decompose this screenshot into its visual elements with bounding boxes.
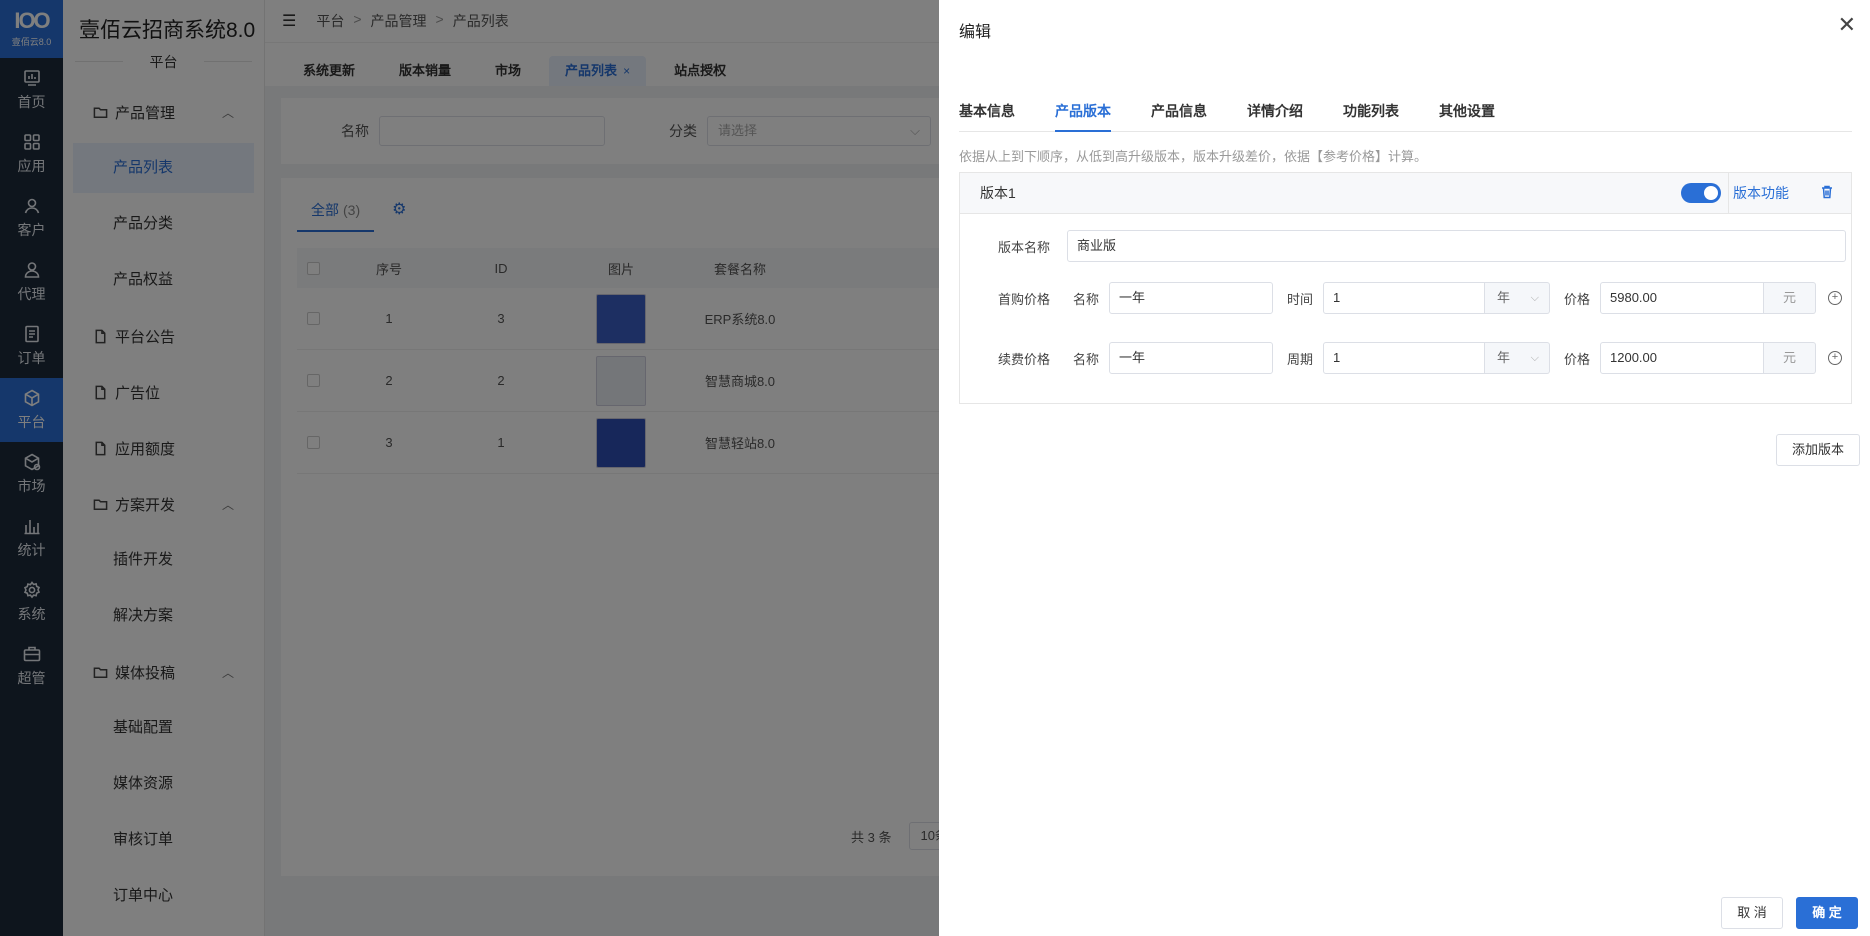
- trash-icon[interactable]: [1819, 184, 1835, 200]
- version-card-header: 版本1 版本功能: [960, 173, 1851, 214]
- chevron-down-icon: ⌵: [1530, 292, 1539, 304]
- version-tip: 依据从上到下顺序，从低到高升级版本，版本升级差价，依据【参考价格】计算。: [959, 149, 1428, 164]
- first-price-time-input[interactable]: 1: [1323, 282, 1485, 314]
- renew-price-name-label: 名称: [1073, 351, 1100, 367]
- first-price-name-label: 名称: [1073, 291, 1100, 307]
- currency-unit: 元: [1764, 282, 1816, 314]
- drawer-tab-4[interactable]: 功能列表: [1343, 98, 1399, 132]
- renew-price-unit-select[interactable]: 年 ⌵: [1485, 342, 1550, 374]
- add-price-icon[interactable]: +: [1828, 291, 1842, 305]
- version-name-row: 版本名称 商业版: [998, 230, 1846, 262]
- version-features-link[interactable]: 版本功能: [1728, 173, 1789, 213]
- renew-price-price-label: 价格: [1564, 351, 1591, 367]
- currency-unit: 元: [1764, 342, 1816, 374]
- first-price-time-label: 时间: [1287, 291, 1314, 307]
- unit-value: 年: [1497, 350, 1511, 365]
- add-price-icon[interactable]: +: [1828, 351, 1842, 365]
- drawer-tab-0[interactable]: 基本信息: [959, 98, 1015, 132]
- edit-drawer: 编辑 ✕ 基本信息 产品版本 产品信息 详情介绍 功能列表 其他设置 依据从上到下顺序，从…: [939, 0, 1870, 936]
- first-price-price-input[interactable]: 5980.00: [1600, 282, 1764, 314]
- version-card: 版本1 版本功能 版本名称 商业版 首购价格 名称 一年 时间 1 年 ⌵ 价格 …: [959, 172, 1852, 404]
- version-name-label: 版本名称: [998, 239, 1051, 255]
- version-title: 版本1: [980, 185, 1016, 201]
- version-enabled-toggle[interactable]: [1681, 183, 1721, 203]
- renew-price-cycle-label: 周期: [1287, 351, 1314, 367]
- renew-price-name-input[interactable]: 一年: [1109, 342, 1273, 374]
- version-name-input[interactable]: 商业版: [1067, 230, 1846, 262]
- unit-value: 年: [1497, 290, 1511, 305]
- first-price-unit-select[interactable]: 年 ⌵: [1485, 282, 1550, 314]
- first-price-label: 首购价格: [998, 291, 1051, 307]
- overlay-mask[interactable]: [0, 0, 939, 936]
- drawer-tabs: 基本信息 产品版本 产品信息 详情介绍 功能列表 其他设置: [959, 98, 1852, 132]
- close-icon[interactable]: ✕: [1838, 14, 1856, 36]
- renew-price-price-input[interactable]: 1200.00: [1600, 342, 1764, 374]
- drawer-tab-3[interactable]: 详情介绍: [1247, 98, 1303, 132]
- add-version-button[interactable]: 添加版本: [1776, 434, 1860, 466]
- drawer-tab-2[interactable]: 产品信息: [1151, 98, 1207, 132]
- renew-price-cycle-input[interactable]: 1: [1323, 342, 1485, 374]
- renew-price-label: 续费价格: [998, 351, 1051, 367]
- drawer-tab-1[interactable]: 产品版本: [1055, 98, 1111, 132]
- drawer-title: 编辑: [959, 24, 992, 41]
- renew-price-row: 续费价格 名称 一年 周期 1 年 ⌵ 价格 1200.00 元 +: [998, 342, 1842, 374]
- first-price-row: 首购价格 名称 一年 时间 1 年 ⌵ 价格 5980.00 元 +: [998, 282, 1842, 314]
- cancel-button[interactable]: 取 消: [1721, 897, 1783, 929]
- confirm-button[interactable]: 确 定: [1796, 897, 1858, 929]
- chevron-down-icon: ⌵: [1530, 352, 1539, 364]
- first-price-name-input[interactable]: 一年: [1109, 282, 1273, 314]
- drawer-tab-5[interactable]: 其他设置: [1439, 98, 1495, 132]
- first-price-price-label: 价格: [1564, 291, 1591, 307]
